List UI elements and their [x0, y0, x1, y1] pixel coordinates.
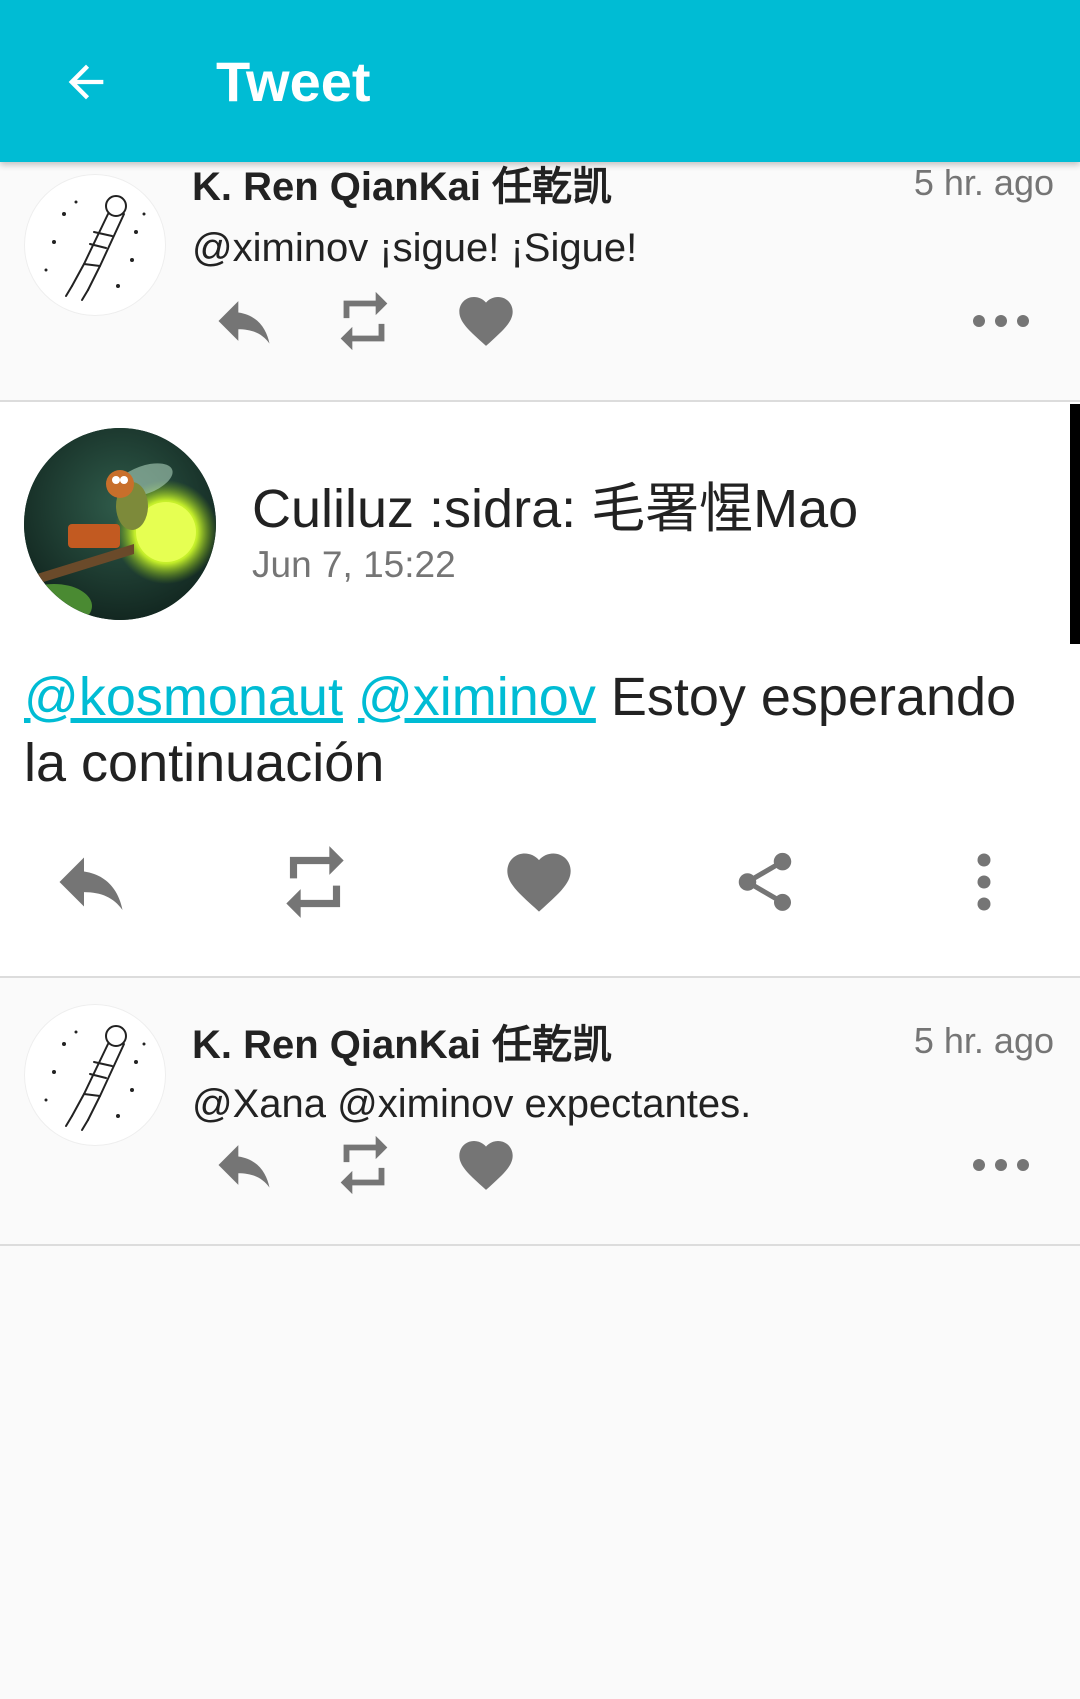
heart-icon: [459, 297, 513, 346]
more-vertical-icon: [977, 853, 991, 911]
reply-icon: [59, 857, 123, 910]
mention-link[interactable]: @kosmonaut: [24, 667, 343, 727]
reply-icon: [218, 301, 270, 344]
reply-button[interactable]: [206, 1130, 282, 1200]
author-name[interactable]: K. Ren QianKai 任乾凯: [192, 1012, 612, 1070]
tweet-actions: [0, 286, 1080, 356]
reply-icon: [218, 1145, 270, 1188]
astronaut-avatar-icon: [44, 1025, 146, 1131]
page-title: Tweet: [216, 50, 371, 113]
retweet-button[interactable]: [326, 286, 402, 356]
tweet-actions: [0, 832, 1080, 932]
firefly-avatar-icon: [24, 428, 216, 620]
like-button[interactable]: [494, 832, 584, 932]
avatar[interactable]: [24, 428, 216, 620]
main-tweet: Culiluz :sidra: 毛署惺Mao Jun 7, 15:22 @kos…: [0, 402, 1080, 978]
retweet-icon: [286, 846, 344, 918]
reply-tweet-top[interactable]: K. Ren QianKai 任乾凯 5 hr. ago @ximinov ¡s…: [0, 162, 1080, 402]
more-options-button[interactable]: [944, 832, 1024, 932]
scrollbar[interactable]: [1070, 404, 1080, 644]
retweet-button[interactable]: [326, 1130, 402, 1200]
author-name[interactable]: K. Ren QianKai 任乾凯: [192, 154, 612, 212]
more-options-button[interactable]: [962, 1130, 1040, 1200]
tweet-text: @kosmonaut @ximinov Estoy esperando la c…: [24, 664, 1054, 796]
more-horizontal-icon: [973, 1159, 1029, 1171]
author-name[interactable]: Culiluz :sidra: 毛署惺Mao: [252, 464, 858, 543]
tweet-text: @ximinov ¡sigue! ¡Sigue!: [192, 226, 638, 270]
share-icon: [738, 852, 792, 911]
reply-button[interactable]: [46, 832, 136, 932]
timestamp: 5 hr. ago: [913, 1020, 1054, 1061]
mention-link[interactable]: @ximinov: [358, 667, 596, 727]
retweet-icon: [340, 291, 388, 351]
timestamp: 5 hr. ago: [913, 162, 1054, 203]
heart-icon: [507, 853, 571, 912]
tweet-actions: [0, 1130, 1080, 1200]
avatar[interactable]: [24, 1004, 166, 1146]
more-horizontal-icon: [973, 315, 1029, 327]
tweet-date: Jun 7, 15:22: [252, 544, 456, 585]
share-button[interactable]: [720, 832, 810, 932]
tweet-text: @Xana @ximinov expectantes.: [192, 1082, 752, 1126]
heart-icon: [459, 1141, 513, 1190]
retweet-button[interactable]: [270, 832, 360, 932]
reply-button[interactable]: [206, 286, 282, 356]
back-button[interactable]: [48, 44, 124, 120]
more-options-button[interactable]: [962, 286, 1040, 356]
retweet-icon: [340, 1135, 388, 1195]
app-bar: Tweet: [0, 0, 1080, 162]
like-button[interactable]: [448, 1130, 524, 1200]
arrow-back-icon: [68, 64, 104, 100]
reply-tweet-bottom[interactable]: K. Ren QianKai 任乾凯 5 hr. ago @Xana @ximi…: [0, 978, 1080, 1246]
like-button[interactable]: [448, 286, 524, 356]
